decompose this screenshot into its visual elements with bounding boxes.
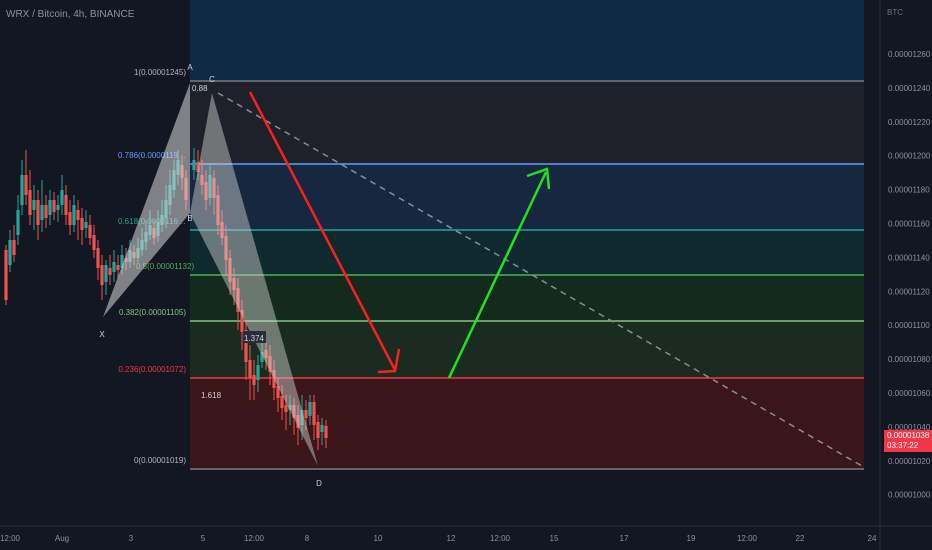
ratio-label-xd: 1.618 (201, 391, 222, 400)
candle-body (16, 210, 20, 235)
fib-zone-0382-0236 (190, 321, 864, 378)
price-axis-label: 0.00001120 (888, 287, 930, 296)
current-price-value: 0.00001038 (887, 431, 930, 440)
price-axis-label: 0.00001160 (888, 220, 930, 229)
fib-label-0: 0(0.00001019) (134, 456, 186, 465)
candle-body (304, 410, 308, 418)
candle-body (64, 195, 68, 215)
time-axis-label: 15 (550, 534, 559, 543)
fib-label-1: 1(0.00001245) (134, 68, 186, 77)
candle-body (280, 396, 284, 408)
fib-label-0382: 0.382(0.00001105) (119, 308, 186, 317)
price-axis-label: 0.00001180 (888, 186, 930, 195)
price-axis-label: 0.00001240 (888, 84, 931, 93)
candle-body (312, 402, 316, 425)
candle-body (108, 268, 112, 275)
price-chart[interactable]: 1(0.00001245) 0.786(0.0000119… 0.618(0.0… (0, 0, 932, 550)
candle-body (4, 250, 8, 300)
candle-body (12, 240, 16, 255)
price-axis-label: 0.00001020 (888, 457, 931, 466)
candle-body (252, 375, 256, 385)
current-price-badge: 0.00001038 03:37:22 (884, 430, 932, 452)
candle-body (20, 175, 24, 205)
candle-body (68, 212, 72, 225)
time-axis-label: 22 (796, 534, 805, 543)
time-axis-label: 17 (620, 534, 629, 543)
candle-body (80, 218, 84, 230)
candle-body (256, 365, 260, 380)
ratio-label-ac: 0.88 (192, 84, 208, 93)
time-axis-label: 12:00 (0, 534, 21, 543)
price-axis-label: 0.00001100 (888, 321, 930, 330)
price-axis-label: 0.00001200 (888, 152, 931, 161)
candle-body (72, 205, 76, 225)
price-axis-label: 0.00001220 (888, 118, 931, 127)
candle-body (8, 240, 12, 265)
pattern-triangle-xab[interactable] (103, 83, 190, 317)
time-axis-label: 3 (129, 534, 134, 543)
time-axis-label: 10 (374, 534, 383, 543)
fib-zone-1-0786 (190, 81, 864, 164)
candle-body (320, 425, 324, 432)
candle-body (248, 360, 252, 378)
candle-body (112, 262, 116, 272)
point-label-a: A (187, 63, 193, 72)
time-axis-label: 5 (201, 534, 206, 543)
fib-zone-0786-0618 (190, 164, 864, 230)
candle-body (192, 160, 196, 170)
point-label-x: X (99, 330, 105, 339)
fib-zone-above-1 (190, 0, 864, 81)
candle-body (48, 200, 52, 215)
candle-body (56, 205, 60, 210)
candle-body (52, 200, 56, 212)
time-axis-label: 8 (305, 534, 310, 543)
price-axis-label: 0.00001260 (888, 50, 931, 59)
bar-countdown: 03:37:22 (887, 441, 919, 450)
candle-body (36, 200, 40, 225)
time-axis-labels[interactable]: 12:00 Aug 3 5 12:00 8 10 12 12:00 15 17 19 12:00 22 24 (0, 534, 877, 543)
time-axis-label: Aug (55, 534, 69, 543)
candle-body (116, 265, 120, 270)
point-label-c: C (209, 75, 215, 84)
symbol-title[interactable]: WRX / Bitcoin, 4h, BINANCE (6, 9, 134, 20)
time-axis-label: 12:00 (737, 534, 758, 543)
time-axis-label: 12:00 (490, 534, 511, 543)
time-axis-label: 12:00 (244, 534, 265, 543)
price-axis-unit: BTC (887, 8, 903, 17)
candle-body (60, 190, 64, 205)
time-axis-label: 24 (868, 534, 877, 543)
candle-body (32, 200, 36, 210)
fib-label-0236: 0.236(0.00001072) (118, 365, 186, 374)
fib-zone-0618-05 (190, 230, 864, 275)
candle-body (44, 205, 48, 218)
candle-body (84, 222, 88, 228)
ratio-label-bc: 1.374 (244, 334, 265, 343)
candle-body (100, 265, 104, 285)
candle-body (104, 265, 108, 282)
point-label-d: D (316, 479, 322, 488)
candle-body (308, 402, 312, 416)
fib-zone-05-0382 (190, 275, 864, 321)
price-axis-label: 0.00001000 (888, 491, 931, 500)
candle-body (76, 210, 80, 220)
candle-body (324, 426, 328, 438)
price-axis-label: 0.00001140 (888, 253, 930, 262)
time-axis-label: 19 (687, 534, 696, 543)
candle-body (88, 225, 92, 238)
candle-body (40, 205, 44, 220)
point-label-b: B (187, 214, 192, 223)
price-axis-label: 0.00001080 (888, 355, 931, 364)
candle-body (284, 405, 288, 412)
candle-body (24, 175, 28, 195)
candle-body (28, 190, 32, 215)
time-axis-label: 12 (447, 534, 456, 543)
candle-body (92, 235, 96, 250)
candle-body (96, 248, 100, 268)
price-axis-label: 0.00001060 (888, 389, 931, 398)
candle-body (316, 422, 320, 438)
